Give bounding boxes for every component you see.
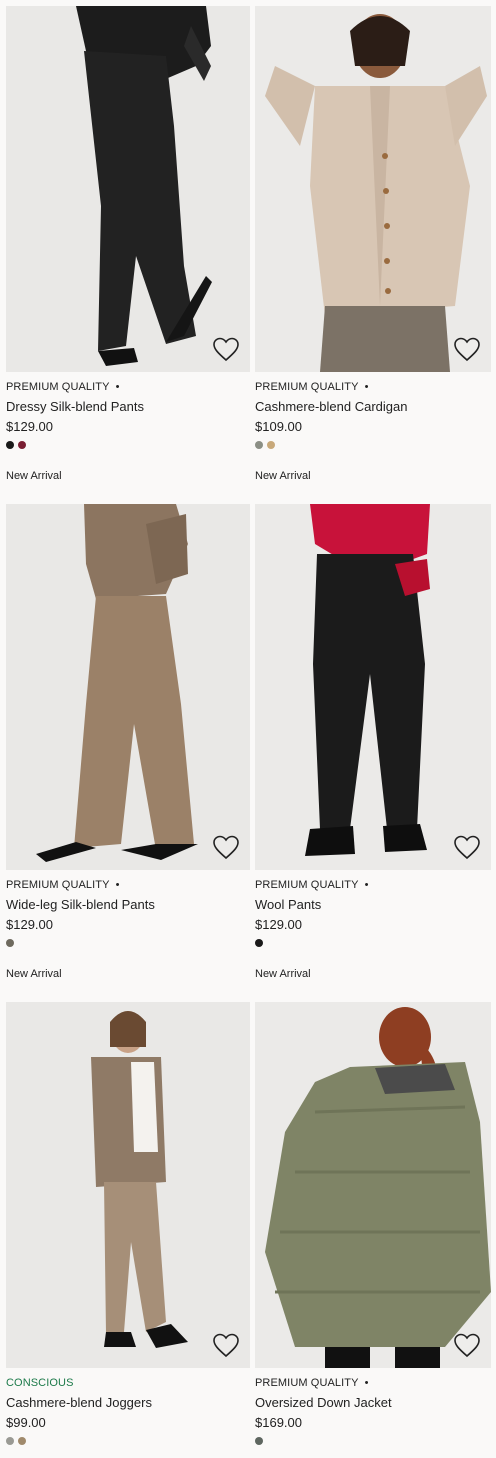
product-title[interactable]: Dressy Silk-blend Pants <box>6 398 250 416</box>
product-image[interactable] <box>255 6 491 372</box>
product-photo <box>255 1002 491 1368</box>
color-swatches <box>6 939 250 947</box>
quality-tag-label: PREMIUM QUALITY <box>255 1377 359 1389</box>
product-photo <box>6 1002 250 1368</box>
product-photo <box>255 6 491 372</box>
favorite-button[interactable] <box>453 1332 481 1358</box>
color-swatch[interactable] <box>6 939 14 947</box>
quality-tag-label: PREMIUM QUALITY <box>6 381 110 393</box>
quality-tag: PREMIUM QUALITY • <box>255 380 491 395</box>
heart-outline-icon <box>213 337 239 362</box>
color-swatches <box>6 1437 250 1445</box>
product-image[interactable] <box>6 6 250 372</box>
quality-tag: PREMIUM QUALITY • <box>255 878 491 893</box>
product-price: $109.00 <box>255 419 302 434</box>
new-arrival-badge: New Arrival <box>255 968 311 980</box>
product-info: PREMIUM QUALITY • Dressy Silk-blend Pants… <box>6 372 250 483</box>
heart-outline-icon <box>454 1333 480 1358</box>
product-price: $169.00 <box>255 1415 302 1430</box>
product-price: $129.00 <box>6 917 53 932</box>
favorite-button[interactable] <box>212 336 240 362</box>
product-title[interactable]: Cashmere-blend Cardigan <box>255 398 491 416</box>
product-card[interactable]: PREMIUM QUALITY • Cashmere-blend Cardigan… <box>255 6 491 504</box>
product-price: $129.00 <box>6 419 53 434</box>
quality-tag-label: PREMIUM QUALITY <box>6 879 110 891</box>
color-swatch[interactable] <box>255 441 263 449</box>
product-info: CONSCIOUS Cashmere-blend Joggers $99.00 <box>6 1368 250 1445</box>
tag-separator-dot: • <box>364 381 369 393</box>
heart-outline-icon <box>213 835 239 860</box>
color-swatches <box>255 441 491 449</box>
favorite-button[interactable] <box>453 336 481 362</box>
color-swatch[interactable] <box>18 1437 26 1445</box>
product-card[interactable]: PREMIUM QUALITY • Oversized Down Jacket $… <box>255 1002 491 1454</box>
product-info: PREMIUM QUALITY • Cashmere-blend Cardigan… <box>255 372 491 483</box>
new-arrival-badge: New Arrival <box>6 968 62 980</box>
product-grid: PREMIUM QUALITY • Dressy Silk-blend Pants… <box>6 6 491 1454</box>
favorite-button[interactable] <box>453 834 481 860</box>
product-title[interactable]: Wide-leg Silk-blend Pants <box>6 896 250 914</box>
tag-separator-dot: • <box>364 879 369 891</box>
product-price: $99.00 <box>6 1415 46 1430</box>
tag-separator-dot: • <box>115 879 120 891</box>
heart-outline-icon <box>213 1333 239 1358</box>
heart-outline-icon <box>454 337 480 362</box>
product-photo <box>6 6 250 372</box>
color-swatch[interactable] <box>255 1437 263 1445</box>
product-title[interactable]: Wool Pants <box>255 896 491 914</box>
product-card[interactable]: CONSCIOUS Cashmere-blend Joggers $99.00 <box>6 1002 250 1454</box>
product-info: PREMIUM QUALITY • Wide-leg Silk-blend Pan… <box>6 870 250 981</box>
new-arrival-badge: New Arrival <box>255 470 311 482</box>
tag-separator-dot: • <box>115 381 120 393</box>
color-swatch[interactable] <box>6 441 14 449</box>
color-swatch[interactable] <box>18 441 26 449</box>
product-card[interactable]: PREMIUM QUALITY • Wide-leg Silk-blend Pan… <box>6 504 250 1002</box>
product-title[interactable]: Cashmere-blend Joggers <box>6 1394 250 1412</box>
conscious-tag: CONSCIOUS <box>6 1376 250 1391</box>
quality-tag: PREMIUM QUALITY • <box>6 380 250 395</box>
conscious-tag-label: CONSCIOUS <box>6 1377 74 1389</box>
product-image[interactable] <box>6 1002 250 1368</box>
favorite-button[interactable] <box>212 834 240 860</box>
quality-tag-label: PREMIUM QUALITY <box>255 879 359 891</box>
product-card[interactable]: PREMIUM QUALITY • Wool Pants $129.00 New … <box>255 504 491 1002</box>
color-swatches <box>6 441 250 449</box>
product-price: $129.00 <box>255 917 302 932</box>
product-photo <box>255 504 491 870</box>
product-title[interactable]: Oversized Down Jacket <box>255 1394 491 1412</box>
color-swatches <box>255 1437 491 1445</box>
quality-tag: PREMIUM QUALITY • <box>255 1376 491 1391</box>
product-image[interactable] <box>255 504 491 870</box>
color-swatch[interactable] <box>6 1437 14 1445</box>
product-info: PREMIUM QUALITY • Oversized Down Jacket $… <box>255 1368 491 1445</box>
product-card[interactable]: PREMIUM QUALITY • Dressy Silk-blend Pants… <box>6 6 250 504</box>
product-info: PREMIUM QUALITY • Wool Pants $129.00 New … <box>255 870 491 981</box>
heart-outline-icon <box>454 835 480 860</box>
favorite-button[interactable] <box>212 1332 240 1358</box>
color-swatches <box>255 939 491 947</box>
product-image[interactable] <box>255 1002 491 1368</box>
product-image[interactable] <box>6 504 250 870</box>
color-swatch[interactable] <box>255 939 263 947</box>
quality-tag-label: PREMIUM QUALITY <box>255 381 359 393</box>
tag-separator-dot: • <box>364 1377 369 1389</box>
new-arrival-badge: New Arrival <box>6 470 62 482</box>
color-swatch[interactable] <box>267 441 275 449</box>
quality-tag: PREMIUM QUALITY • <box>6 878 250 893</box>
product-photo <box>6 504 250 870</box>
